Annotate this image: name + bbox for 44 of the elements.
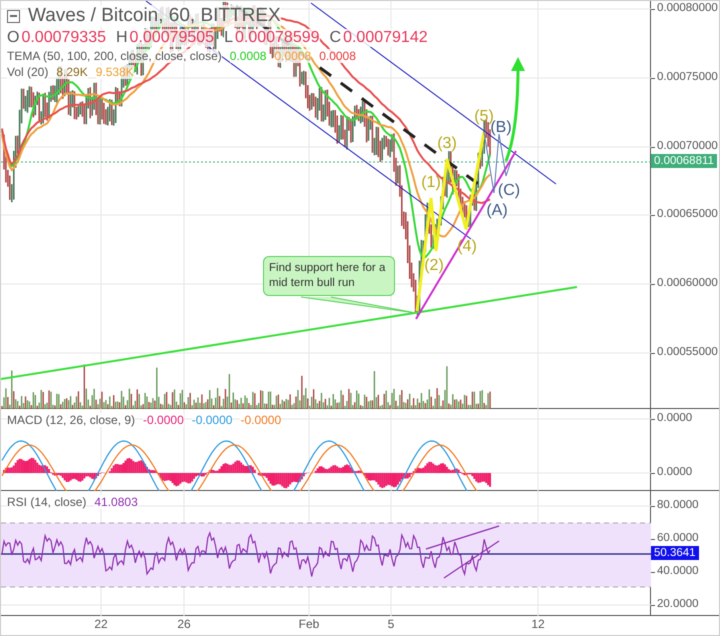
indicator-value: 0.0008	[319, 49, 356, 63]
chart-title: Waves / Bitcoin, 60, BITTREX	[28, 5, 281, 27]
indicator-label: TEMA (50, 100, 200, close, close, close)	[7, 49, 222, 63]
time-label: 22	[94, 617, 108, 631]
ohlc-value: 0.00078599	[234, 29, 320, 47]
price-label: 0.00060000	[657, 277, 718, 289]
indicator-value: 0.0008	[230, 49, 266, 63]
price-label: 0.00080000	[657, 2, 718, 14]
rsi-axis-label: 20.0000	[657, 598, 699, 610]
indicator-value: -0.0000	[192, 413, 232, 427]
wave-label: (2)	[424, 257, 444, 275]
macd-axis-label: 0.0000	[657, 412, 692, 424]
last-price-badge: 0.00068811	[651, 154, 717, 168]
indicator-label: Vol (20)	[7, 65, 48, 79]
price-label: 0.00070000	[657, 140, 718, 152]
ohlc-value: 0.00079142	[343, 29, 428, 47]
last-value-badge: 50.3641	[651, 546, 699, 560]
collapse-icon	[7, 10, 20, 22]
rsi-axis-label: 80.0000	[657, 499, 699, 511]
rsi-axis-label: 60.0000	[657, 532, 699, 544]
indicator-value: -0.0000	[143, 413, 184, 427]
ohlc-value: 0.00079335	[21, 29, 106, 47]
wave-label: (1)	[421, 174, 441, 192]
price-label: 0.00075000	[657, 71, 718, 83]
indicator-value: 8.29K	[56, 65, 88, 79]
price-label: 0.00055000	[657, 346, 718, 358]
price-label: 0.00065000	[657, 208, 718, 220]
indicator-value: -0.0000	[240, 413, 282, 427]
time-label: 26	[177, 617, 191, 631]
macd-axis-label: 0.0000	[657, 466, 692, 478]
ohlc-value: 0.00079505	[130, 29, 214, 47]
indicator-label: RSI (14, close)	[7, 495, 86, 509]
wave-label: (4)	[457, 238, 477, 256]
indicator-label: MACD (12, 26, close, 9)	[7, 413, 136, 427]
wave-label: (3)	[437, 135, 457, 153]
rsi-axis-label: 40.0000	[657, 565, 699, 577]
wave-label: (A)	[486, 202, 508, 220]
time-label: Feb	[298, 617, 320, 631]
indicator-value: 0.0008	[274, 49, 312, 63]
indicator-value: 41.0803	[94, 495, 138, 509]
time-label: 5	[388, 617, 394, 631]
time-label: 12	[531, 617, 545, 631]
indicator-value: 9.538K	[96, 65, 134, 79]
wave-label: (C)	[498, 182, 520, 200]
